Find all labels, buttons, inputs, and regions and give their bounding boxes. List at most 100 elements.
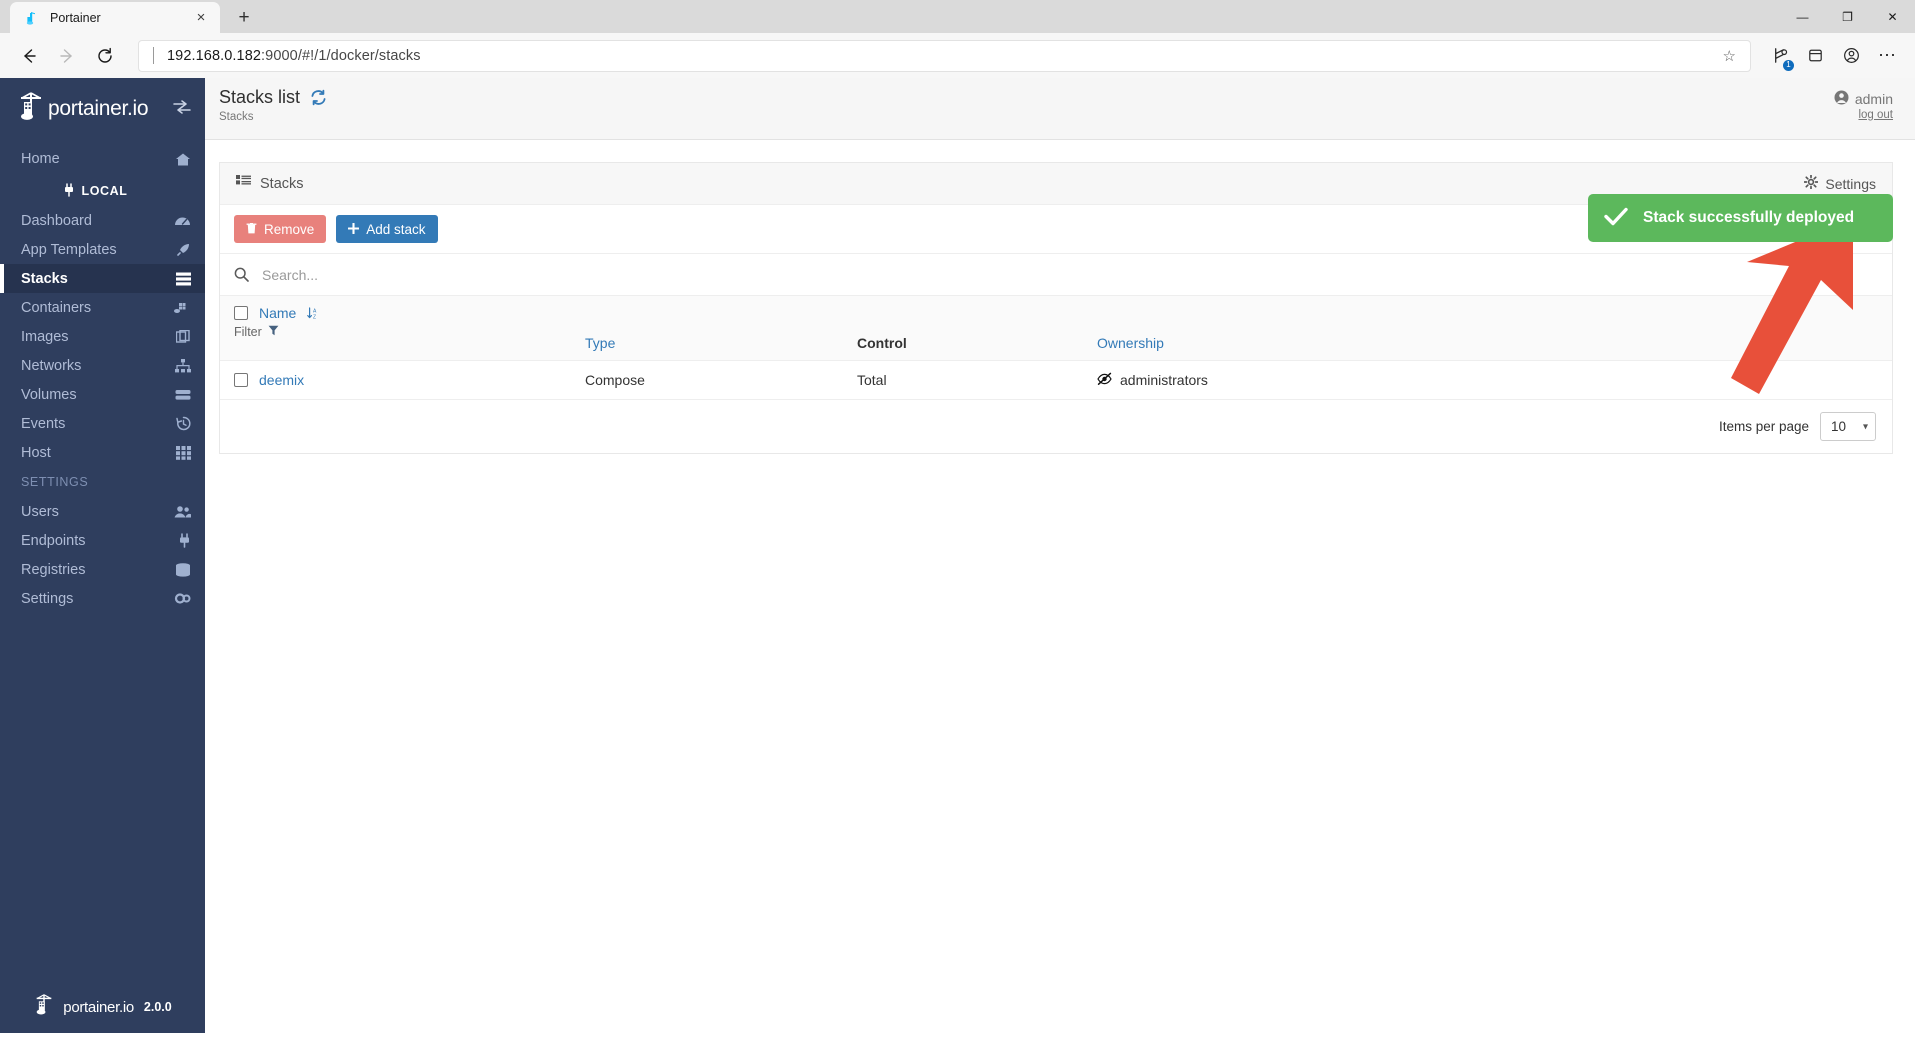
remove-button-label: Remove	[264, 221, 315, 237]
sidebar-item-label: Images	[21, 328, 69, 345]
sidebar-section-settings: SETTINGS	[21, 475, 89, 489]
remove-button[interactable]: Remove	[234, 215, 327, 243]
sidebar-logo[interactable]: portainer.io	[0, 78, 205, 140]
sidebar-item-label: Containers	[21, 299, 92, 316]
add-stack-button[interactable]: Add stack	[336, 215, 438, 243]
more-options-icon[interactable]: ⋯	[1871, 40, 1903, 72]
items-per-page-label: Items per page	[1718, 419, 1809, 434]
sidebar-item-host[interactable]: Host	[0, 438, 205, 467]
page-title-text: Stacks list	[219, 87, 301, 107]
browser-tab-portainer[interactable]: Portainer ×	[10, 2, 220, 33]
sidebar-item-volumes[interactable]: Volumes	[0, 380, 205, 409]
address-bar-host: 192.168.0.182	[167, 47, 262, 64]
items-per-page-select[interactable]: 10	[1820, 412, 1876, 441]
reload-button[interactable]	[88, 39, 122, 73]
sidebar-item-users[interactable]: Users	[0, 497, 205, 526]
back-button[interactable]	[12, 39, 46, 73]
home-icon	[175, 152, 191, 167]
cell-name: deemix	[220, 360, 585, 400]
registries-icon	[175, 562, 191, 577]
select-all-checkbox[interactable]	[234, 306, 248, 320]
host-icon	[176, 445, 191, 460]
panel-title: Stacks	[260, 175, 304, 192]
profile-icon[interactable]	[1835, 40, 1867, 72]
pagination-bar: Items per page 10	[220, 400, 1892, 453]
sidebar-item-label: Events	[21, 415, 66, 432]
stacks-table: Name AZ Filter Type Control Ownership de…	[220, 296, 1892, 400]
window-maximize-button[interactable]: ❐	[1825, 0, 1870, 33]
gear-icon	[1803, 174, 1819, 192]
stack-name-link[interactable]: deemix	[259, 372, 304, 388]
favorites-icon[interactable]: 1	[1763, 40, 1795, 72]
check-icon	[1604, 207, 1628, 230]
new-tab-button[interactable]: +	[229, 3, 259, 31]
refresh-icon[interactable]	[310, 89, 327, 106]
user-area: admin log out	[1834, 88, 1893, 121]
sidebar-item-settings[interactable]: Settings	[0, 584, 205, 613]
forward-button[interactable]	[50, 39, 84, 73]
browser-toolbar: 192.168.0.182:9000/#!/1/docker/stacks ☆ …	[0, 33, 1915, 78]
filter-label: Filter	[234, 325, 262, 339]
column-header-type[interactable]: Type	[585, 296, 857, 361]
dashboard-icon	[174, 214, 191, 228]
plug-icon	[63, 182, 75, 200]
sidebar-item-images[interactable]: Images	[0, 322, 205, 351]
cell-control: Total	[857, 360, 1097, 400]
bookmark-star-icon[interactable]: ☆	[1719, 47, 1740, 65]
address-bar-path: :9000/#!/1/docker/stacks	[261, 47, 421, 64]
funnel-icon	[268, 325, 279, 339]
sidebar-item-label: Settings	[21, 590, 74, 607]
collapse-sidebar-icon[interactable]	[173, 100, 191, 118]
sidebar-item-networks[interactable]: Networks	[0, 351, 205, 380]
users-icon	[174, 505, 191, 518]
sidebar-footer-logo-text: portainer.io	[63, 998, 134, 1016]
table-row[interactable]: deemix Compose Total administrators	[220, 360, 1892, 400]
window-minimize-button[interactable]: —	[1780, 0, 1825, 33]
sidebar-item-app-templates[interactable]: App Templates	[0, 235, 205, 264]
networks-icon	[175, 358, 191, 373]
rocket-icon	[176, 242, 191, 257]
sidebar-item-label: App Templates	[21, 241, 117, 258]
portainer-icon	[24, 10, 40, 26]
page-header: Stacks list Stacks admin log out	[205, 78, 1915, 140]
sidebar-item-containers[interactable]: Containers	[0, 293, 205, 322]
close-tab-icon[interactable]: ×	[190, 7, 212, 29]
sidebar-item-dashboard[interactable]: Dashboard	[0, 206, 205, 235]
column-header-control-label: Control	[857, 335, 907, 351]
sidebar-item-stacks[interactable]: Stacks	[0, 264, 205, 293]
toast-notification[interactable]: Stack successfully deployed	[1588, 194, 1893, 242]
containers-icon	[174, 301, 191, 314]
user-avatar-icon	[1834, 90, 1849, 108]
sidebar-item-endpoints[interactable]: Endpoints	[0, 526, 205, 555]
collections-icon[interactable]	[1799, 40, 1831, 72]
column-header-control: Control	[857, 296, 1097, 361]
table-body: deemix Compose Total administrators	[220, 360, 1892, 400]
column-header-ownership[interactable]: Ownership	[1097, 296, 1892, 361]
sidebar-item-home[interactable]: Home	[0, 142, 205, 176]
window-close-button[interactable]: ✕	[1870, 0, 1915, 33]
add-stack-button-label: Add stack	[366, 221, 426, 237]
omnibox-divider	[153, 47, 154, 64]
application-root: portainer.io Home LOCAL Dashboard App Te…	[0, 78, 1915, 1033]
sort-az-icon: AZ	[307, 307, 318, 319]
window-controls: — ❐ ✕	[1780, 0, 1915, 33]
favorites-badge: 1	[1783, 59, 1794, 71]
sidebar-endpoint-label: LOCAL	[81, 184, 128, 198]
filter-control[interactable]: Filter	[220, 325, 585, 339]
sidebar-item-label: Networks	[21, 357, 82, 374]
sidebar-item-label: Endpoints	[21, 532, 86, 549]
column-header-name[interactable]: Name AZ Filter	[220, 296, 585, 361]
address-bar[interactable]: 192.168.0.182:9000/#!/1/docker/stacks ☆	[138, 39, 1751, 72]
user-name[interactable]: admin	[1855, 91, 1893, 107]
logout-link[interactable]: log out	[1834, 109, 1893, 121]
page-title: Stacks list	[219, 87, 327, 108]
sidebar: portainer.io Home LOCAL Dashboard App Te…	[0, 78, 205, 1033]
row-select-checkbox[interactable]	[234, 373, 248, 387]
breadcrumb: Stacks	[219, 110, 254, 123]
search-input[interactable]	[260, 265, 1878, 284]
search-bar	[220, 254, 1892, 296]
sidebar-item-registries[interactable]: Registries	[0, 555, 205, 584]
panel-settings-button[interactable]: Settings	[1803, 174, 1876, 192]
sidebar-item-label: Volumes	[21, 386, 77, 403]
sidebar-item-events[interactable]: Events	[0, 409, 205, 438]
